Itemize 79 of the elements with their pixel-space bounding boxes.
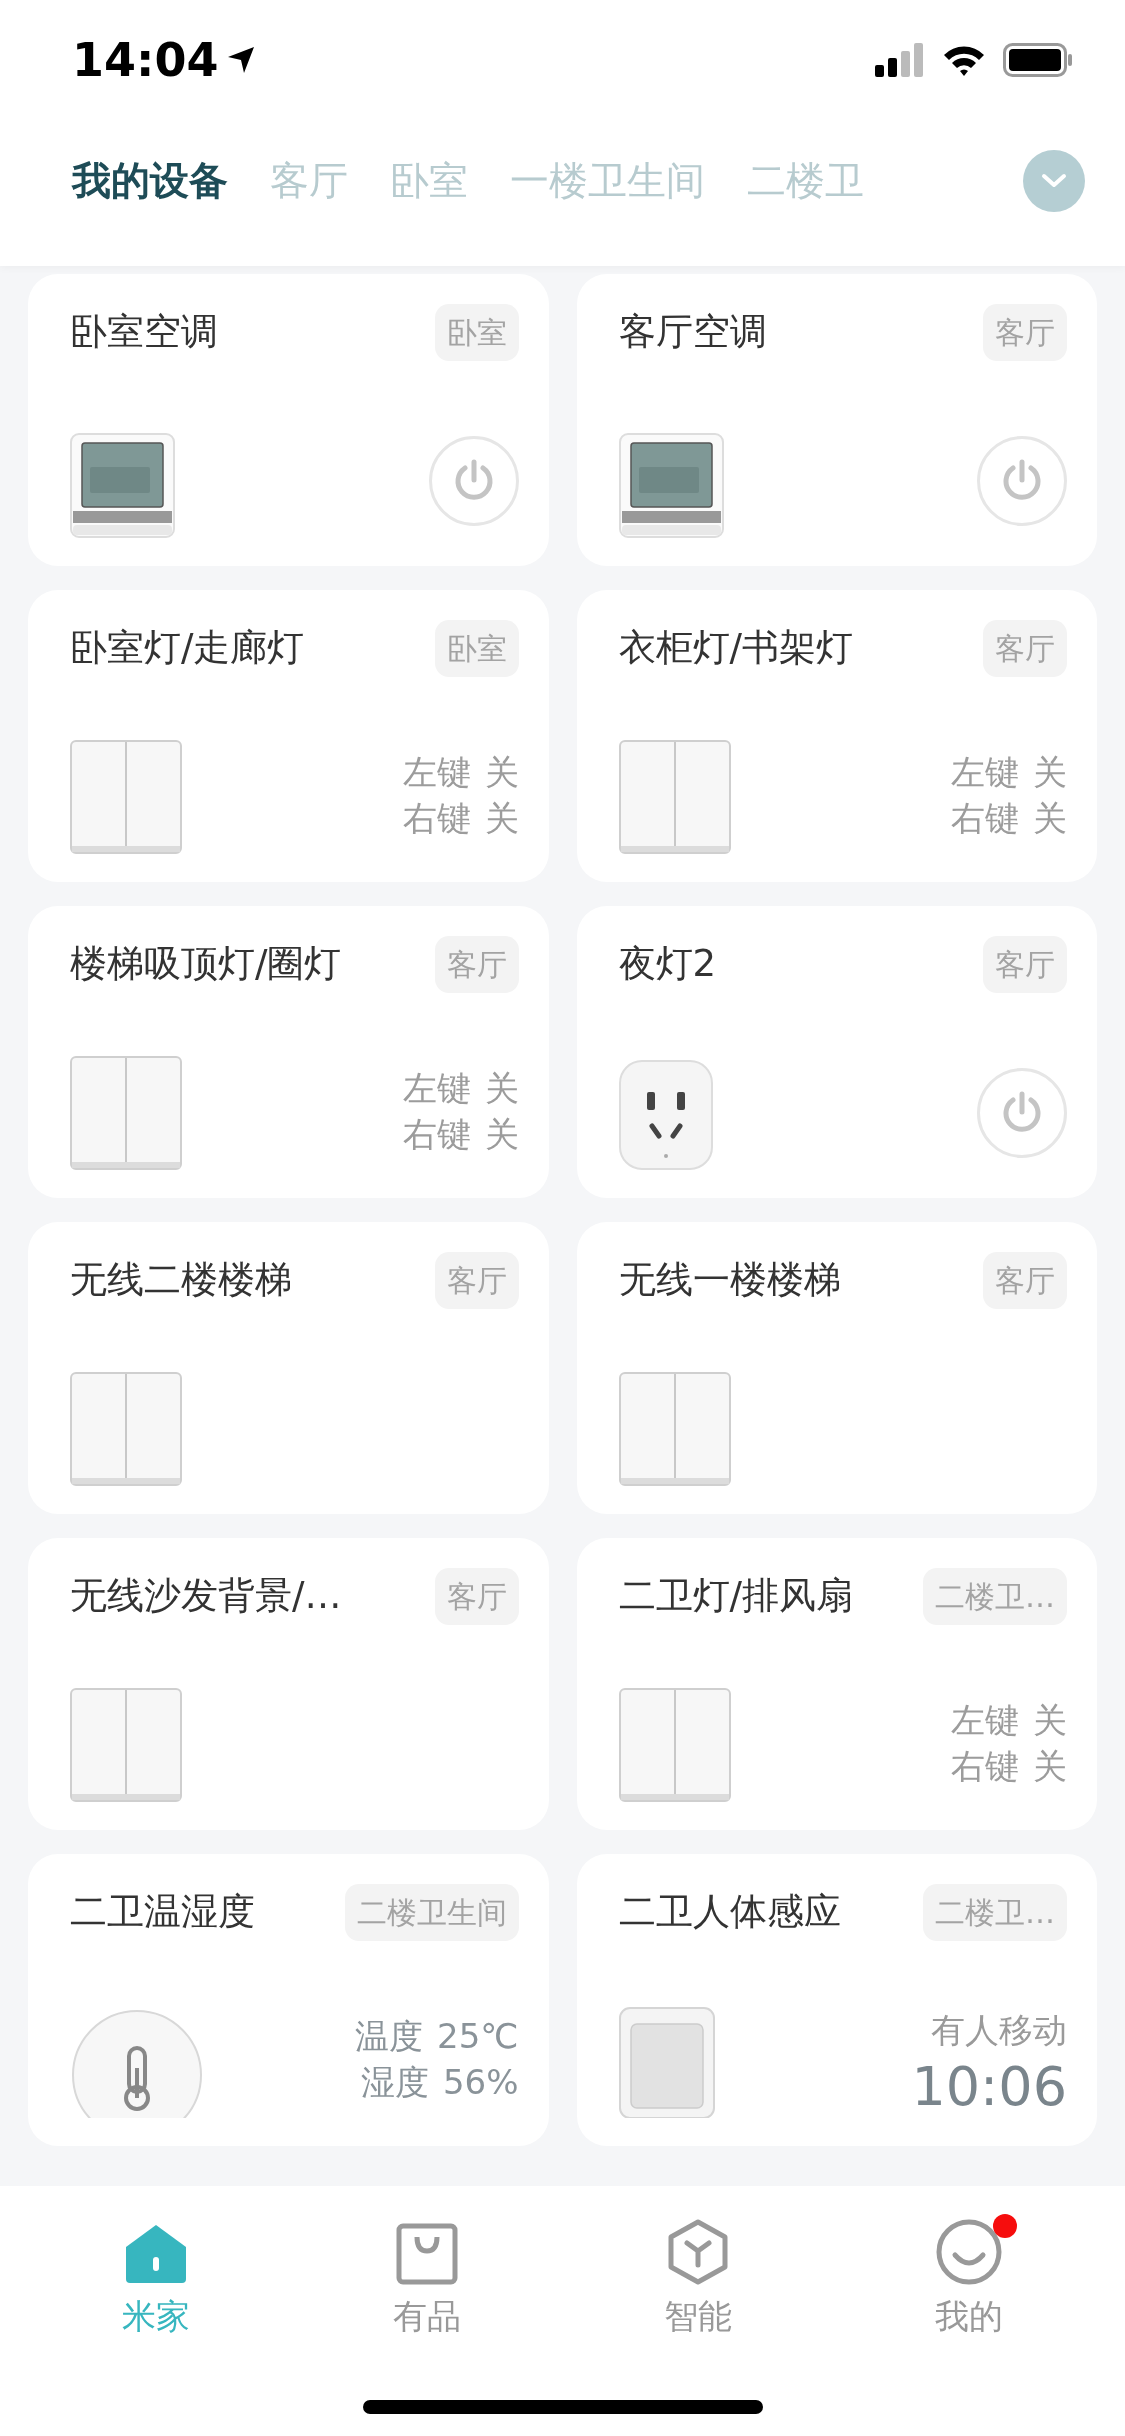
room-tag: 二楼卫… (923, 1568, 1067, 1625)
device-name: 衣柜灯/书架灯 (618, 625, 853, 671)
room-tag: 客厅 (983, 936, 1067, 993)
reading-value: 关 (484, 1112, 519, 1156)
smiley-icon (936, 2219, 1003, 2285)
device-card[interactable]: 卧室灯/走廊灯 卧室 左键 关 右键 关 (28, 590, 549, 882)
room-tag: 二楼卫… (923, 1884, 1067, 1941)
reading-value: 关 (1033, 1698, 1067, 1742)
reading-label: 右键 (951, 1744, 1019, 1788)
device-name: 无线一楼楼梯 (618, 1257, 841, 1303)
device-name: 无线沙发背景/… (70, 1573, 342, 1619)
device-name: 夜灯2 (618, 941, 717, 987)
reading-label: 左键 (951, 750, 1019, 794)
reading-value: 关 (484, 796, 519, 840)
wall-switch-icon (70, 740, 182, 854)
reading-value: 关 (1033, 1744, 1067, 1788)
device-card[interactable]: 楼梯吸顶灯/圈灯 客厅 左键 关 右键 关 (28, 906, 549, 1198)
reading-value: 关 (484, 750, 519, 794)
room-tag: 卧室 (434, 304, 519, 361)
wall-switch-icon (618, 1372, 731, 1486)
room-tag: 客厅 (434, 936, 519, 993)
room-tag: 卧室 (434, 620, 519, 677)
reading-value: 关 (1033, 796, 1067, 840)
reading-label: 湿度 (360, 2060, 429, 2104)
thermostat-icon (70, 433, 175, 538)
device-name: 客厅空调 (618, 309, 767, 355)
reading-label: 左键 (402, 750, 471, 794)
device-name: 楼梯吸顶灯/圈灯 (70, 941, 342, 987)
device-name: 二卫灯/排风扇 (618, 1573, 853, 1619)
device-name: 卧室灯/走廊灯 (70, 625, 305, 671)
wall-switch-icon (618, 1688, 731, 1802)
room-tag: 客厅 (434, 1568, 519, 1625)
device-name: 二卫温湿度 (70, 1889, 255, 1935)
signal-icon (875, 43, 925, 77)
shopping-bag-icon (395, 2223, 458, 2285)
wall-switch-icon (70, 1372, 182, 1486)
hexagon-icon (667, 2219, 730, 2285)
device-card[interactable]: 衣柜灯/书架灯 客厅 左键 关 右键 关 (576, 590, 1097, 882)
battery-icon (1003, 43, 1073, 77)
device-card[interactable]: 客厅空调 客厅 (576, 274, 1097, 566)
wall-switch-icon (70, 1056, 182, 1170)
thermometer-sensor-icon (70, 2008, 204, 2118)
clock-time: 14:04 (72, 31, 219, 89)
reading-value: 56% (442, 2060, 519, 2104)
motion-time: 10:06 (911, 2055, 1067, 2118)
device-name: 二卫人体感应 (618, 1889, 841, 1935)
device-card[interactable]: 无线沙发背景/… 客厅 (28, 1538, 549, 1830)
smart-plug-icon (618, 1060, 713, 1170)
device-card[interactable]: 二卫灯/排风扇 二楼卫… 左键 关 右键 关 (576, 1538, 1097, 1830)
wall-switch-icon (70, 1688, 182, 1802)
room-tag: 二楼卫生间 (344, 1884, 519, 1941)
motion-status: 有人移动 (931, 2008, 1067, 2052)
device-name: 无线二楼楼梯 (70, 1257, 292, 1303)
reading-label: 左键 (402, 1066, 471, 1110)
home-icon (123, 2223, 188, 2285)
device-card[interactable]: 夜灯2 客厅 (576, 906, 1097, 1198)
room-tag: 客厅 (983, 1252, 1067, 1309)
reading-label: 右键 (402, 796, 471, 840)
room-tag: 客厅 (434, 1252, 519, 1309)
reading-value: 25℃ (437, 2014, 519, 2058)
device-card[interactable]: 卧室空调 卧室 (28, 274, 549, 566)
reading-value: 关 (484, 1066, 519, 1110)
device-card[interactable]: 无线二楼楼梯 客厅 (28, 1222, 549, 1514)
reading-label: 温度 (355, 2014, 424, 2058)
device-card[interactable]: 无线一楼楼梯 客厅 (576, 1222, 1097, 1514)
location-arrow-icon (226, 45, 257, 75)
reading-value: 关 (1033, 750, 1067, 794)
reading-label: 右键 (951, 796, 1019, 840)
room-tab[interactable]: 我的设备 (72, 151, 228, 211)
wall-switch-icon (618, 740, 731, 854)
chevron-down-icon (1040, 172, 1068, 190)
room-tag: 客厅 (983, 620, 1067, 677)
room-tag: 客厅 (983, 304, 1067, 361)
reading-label: 左键 (951, 1698, 1019, 1742)
reading-label: 右键 (402, 1112, 471, 1156)
thermostat-icon (618, 433, 724, 538)
device-card[interactable]: 二卫温湿度 二楼卫生间 温度 25℃ 湿度 56% (28, 1854, 549, 2146)
device-name: 卧室空调 (70, 309, 218, 355)
device-card[interactable]: 二卫人体感应 二楼卫… 有人移动 10:06 (576, 1854, 1097, 2146)
